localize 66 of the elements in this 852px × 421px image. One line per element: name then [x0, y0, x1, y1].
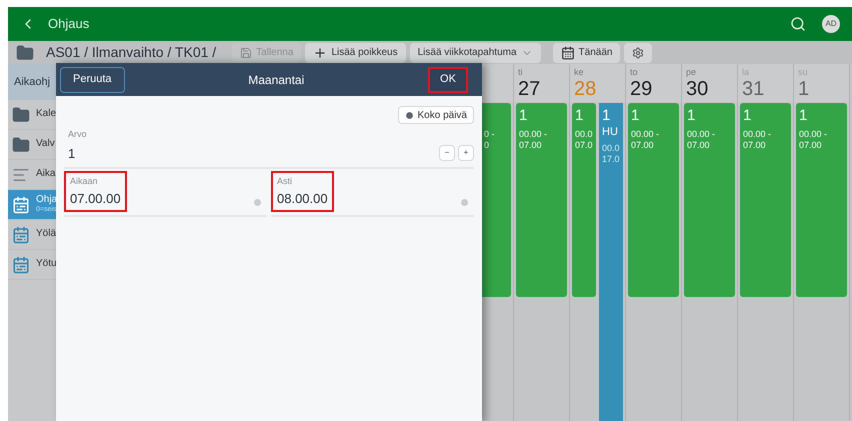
item-label: Kale [36, 108, 56, 121]
value-field[interactable]: 1 [68, 144, 435, 163]
item-label: Yötu [36, 258, 57, 271]
decrement-button[interactable]: − [439, 145, 455, 161]
event-time: 00.00 - 07.00 [799, 128, 828, 151]
increment-button[interactable]: + [458, 145, 474, 161]
add-exception-button[interactable]: Lisää poikkeus [305, 42, 406, 62]
time-value: 08.00.00 [277, 190, 328, 208]
date-number: 28 [574, 77, 598, 102]
calendar-icon [12, 196, 30, 214]
event-block[interactable]: 1 HU 00.0 17.0 [599, 103, 623, 421]
event-value: 1 [602, 107, 612, 126]
settings-button[interactable] [624, 42, 652, 62]
ok-button[interactable]: OK [428, 66, 468, 92]
event-value: 1 [519, 107, 528, 126]
breadcrumb: AS01 / Ilmanvaihto / TK01 / [46, 43, 216, 62]
item-label: Yölä [36, 228, 56, 241]
user-avatar[interactable]: AD [822, 15, 840, 33]
weekday-label: ke [574, 68, 585, 77]
weekday-label: ti [518, 68, 524, 77]
event-time: 00.00 - 07.00 [631, 128, 660, 151]
date-number: 31 [742, 77, 766, 102]
field-label: Asti [277, 175, 294, 188]
add-weekly-event-dropdown[interactable]: Lisää viikkotapahtuma [410, 42, 541, 62]
calendar-icon [560, 46, 575, 60]
date-number: 1 [798, 77, 810, 102]
today-button[interactable]: Tänään [552, 42, 620, 62]
date-number: 29 [630, 77, 654, 102]
event-time: 00.00 - 07.00 [687, 128, 716, 151]
calendar-icon [12, 256, 30, 274]
folder-icon [12, 106, 30, 124]
event-value: 1 [743, 107, 752, 126]
save-icon [240, 46, 252, 58]
time-field[interactable]: Aikaan 07.00.00 [64, 171, 127, 212]
event-time: 00.00 - 07.00 [519, 128, 548, 151]
event-value: 1 [631, 107, 640, 126]
folder-icon [16, 44, 34, 62]
calendar-icon [12, 226, 30, 244]
event-time: 00.0 07.0 [575, 128, 593, 151]
folder-icon [12, 136, 30, 154]
weekday-label: to [630, 68, 639, 77]
weekday-label: pe [686, 68, 698, 77]
event-time: 0 - 0 [484, 129, 496, 151]
event-value: 1 [799, 107, 808, 126]
sidebar-heading: Aikaohj [14, 74, 50, 90]
item-label: Ohja [36, 194, 58, 206]
search-icon[interactable] [790, 16, 806, 32]
plus-icon [313, 46, 328, 60]
event-title: HU [602, 126, 619, 140]
item-label: Valv [36, 138, 55, 151]
cancel-button[interactable]: Peruuta [60, 66, 125, 92]
date-number: 30 [686, 77, 710, 102]
time-field[interactable]: Asti 08.00.00 [271, 171, 334, 212]
dialog-title: Maanantai [247, 72, 306, 88]
date-number: 27 [518, 77, 542, 102]
field-label: Arvo [68, 128, 88, 141]
event-value: 1 [687, 107, 696, 126]
item-label: Aika [36, 168, 56, 181]
event-value: 1 [575, 107, 584, 126]
field-label: Aikaan [70, 175, 99, 188]
event-time: 00.00 - 07.00 [743, 128, 772, 151]
settings-icon [632, 46, 644, 58]
all-day-button[interactable]: Koko päivä [398, 106, 474, 124]
page-title: Ohjaus [48, 15, 90, 34]
time-value: 07.00.00 [70, 190, 121, 208]
event-time: 00.0 17.0 [602, 142, 620, 164]
